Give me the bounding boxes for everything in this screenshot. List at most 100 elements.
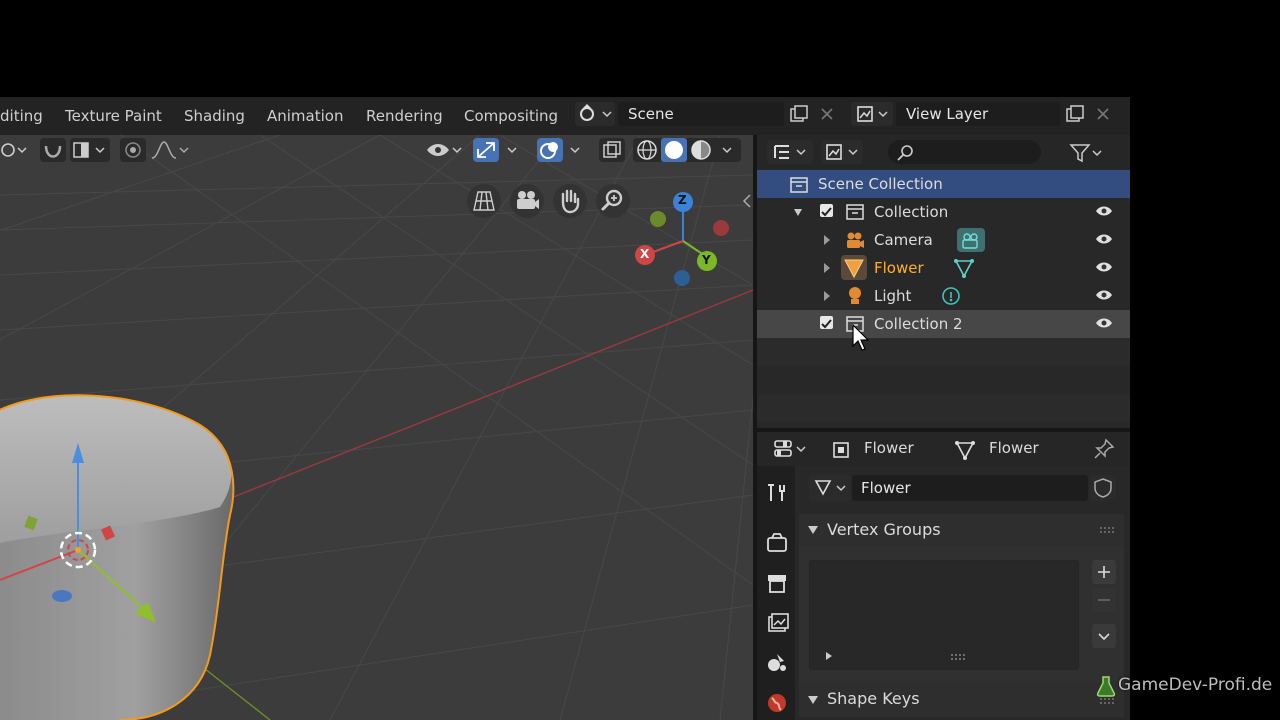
visibility-dropdown-icon[interactable] [425, 139, 465, 161]
vertex-groups-panel-header[interactable]: Vertex Groups [799, 514, 1124, 546]
eye-icon[interactable] [1095, 260, 1113, 274]
tool-tab-icon[interactable] [763, 479, 791, 507]
vertex-group-specials-button[interactable] [1092, 624, 1116, 648]
object-icon [833, 442, 849, 458]
transform-pivot-icon[interactable] [0, 140, 30, 160]
gizmo-icon [477, 142, 495, 158]
drag-handle-icon[interactable] [1099, 526, 1117, 534]
eye-icon[interactable] [1095, 204, 1113, 218]
properties-editor-type-dropdown[interactable] [769, 437, 811, 461]
list-resize-handle-icon[interactable] [950, 653, 966, 661]
expand-arrow-icon[interactable] [823, 234, 831, 246]
remove-vertex-group-button[interactable] [1092, 588, 1116, 612]
fake-user-button[interactable] [1090, 475, 1116, 501]
eye-icon[interactable] [1095, 316, 1113, 330]
tab-rendering[interactable]: Rendering [366, 107, 443, 125]
scene-selector-button[interactable] [575, 102, 615, 126]
overlays-toggle[interactable] [537, 138, 563, 162]
mesh-data-icon [814, 480, 846, 496]
mesh-data-icon [955, 441, 975, 460]
new-scene-icon[interactable] [789, 104, 809, 124]
tab-compositing[interactable]: Compositing [464, 107, 558, 125]
gizmo-z-label: Z [678, 193, 687, 207]
light-object-icon [849, 287, 861, 304]
blender-window: diting Texture Paint Shading Animation R… [0, 97, 1130, 720]
3d-viewport[interactable]: Z Y X [0, 135, 753, 720]
add-vertex-group-button[interactable] [1092, 560, 1116, 584]
list-filter-toggle-icon[interactable] [824, 651, 834, 661]
pin-icon[interactable] [1093, 438, 1115, 460]
area-separator[interactable] [757, 428, 1130, 432]
tab-layout-editing[interactable]: diting [0, 107, 43, 125]
snap-toggle[interactable] [40, 138, 66, 162]
new-view-layer-icon[interactable] [1065, 104, 1085, 124]
solid-shading-icon [665, 141, 683, 159]
tab-texture-paint[interactable]: Texture Paint [65, 107, 162, 125]
view-layer-tab-icon[interactable] [763, 609, 791, 637]
collection-exclude-checkbox[interactable] [820, 204, 833, 217]
eye-icon[interactable] [1095, 288, 1113, 302]
expand-arrow-icon[interactable] [793, 207, 803, 217]
properties-header: Flower Flower [757, 432, 1130, 466]
mesh-name-field[interactable]: Flower [852, 475, 1088, 501]
outliner-row-camera[interactable]: Camera [757, 226, 1130, 254]
mesh-browse-dropdown[interactable] [809, 475, 851, 501]
checkmark-icon [821, 319, 832, 329]
material-preview-icon[interactable] [689, 138, 713, 162]
outliner-row-collection-2[interactable]: Collection 2 [757, 310, 1130, 338]
solid-shading-button[interactable] [661, 138, 687, 162]
outliner-row-flower[interactable]: Flower [757, 254, 1130, 282]
output-tab-icon[interactable] [763, 569, 791, 597]
scene-tab-icon[interactable] [763, 649, 791, 677]
xray-toggle[interactable] [599, 138, 625, 162]
overlays-dropdown-icon[interactable] [567, 140, 585, 160]
watermark-text: GameDev-Profi.de [1118, 675, 1273, 695]
context-object-name[interactable]: Flower [864, 439, 914, 457]
wireframe-shading-icon[interactable] [635, 138, 659, 162]
camera-view-button[interactable] [510, 184, 544, 218]
gizmo-dropdown-icon[interactable] [504, 140, 522, 160]
gizmo-toggle[interactable] [473, 138, 499, 162]
eye-icon[interactable] [1095, 232, 1113, 246]
collection-2-exclude-checkbox[interactable] [820, 316, 833, 329]
vertex-groups-title: Vertex Groups [827, 520, 941, 539]
camera-data-button[interactable] [957, 228, 985, 252]
properties-editor: Flower Flower Flower Vertex Groups Shape… [757, 432, 1130, 720]
outliner-row-collection[interactable]: Collection [757, 198, 1130, 226]
editor-type-dropdown[interactable] [767, 140, 813, 164]
snap-target-dropdown[interactable] [70, 138, 110, 162]
shading-dropdown-icon[interactable] [717, 138, 739, 162]
outliner-empty-row [757, 338, 1130, 366]
context-data-name[interactable]: Flower [989, 439, 1039, 457]
tab-shading[interactable]: Shading [184, 107, 245, 125]
view-layer-selector-button[interactable] [851, 102, 893, 126]
camera-label: Camera [874, 231, 933, 249]
pan-view-button[interactable] [553, 184, 587, 218]
mouse-cursor-icon [852, 324, 870, 351]
proportional-edit-toggle[interactable] [120, 138, 146, 162]
plus-icon [1098, 566, 1110, 578]
light-data-icon[interactable] [941, 286, 961, 306]
delete-view-layer-icon[interactable] [1095, 106, 1111, 122]
falloff-curve-icon[interactable] [148, 140, 192, 160]
vertex-groups-list[interactable] [809, 560, 1079, 670]
tab-animation[interactable]: Animation [267, 107, 343, 125]
view-layer-mode-icon [826, 144, 858, 160]
shape-keys-panel-header[interactable]: Shape Keys [799, 683, 1124, 717]
render-tab-icon[interactable] [763, 529, 791, 557]
expand-arrow-icon[interactable] [823, 290, 831, 302]
outliner-row-scene-collection[interactable]: Scene Collection [757, 170, 1130, 198]
filter-icon[interactable] [1069, 142, 1105, 164]
toggle-perspective-button[interactable] [467, 184, 501, 218]
outliner-row-light[interactable]: Light [757, 282, 1130, 310]
outliner-search-input[interactable] [888, 140, 1041, 164]
collection-2-label: Collection 2 [874, 315, 963, 333]
expand-arrow-icon[interactable] [823, 262, 831, 274]
delete-scene-icon[interactable] [819, 106, 835, 122]
view-layer-field[interactable]: View Layer [896, 102, 1060, 126]
mesh-data-icon[interactable] [953, 257, 977, 279]
search-icon [897, 145, 913, 161]
display-mode-dropdown[interactable] [821, 140, 863, 164]
world-tab-icon[interactable] [763, 689, 791, 717]
scene-field[interactable]: Scene [618, 102, 784, 126]
